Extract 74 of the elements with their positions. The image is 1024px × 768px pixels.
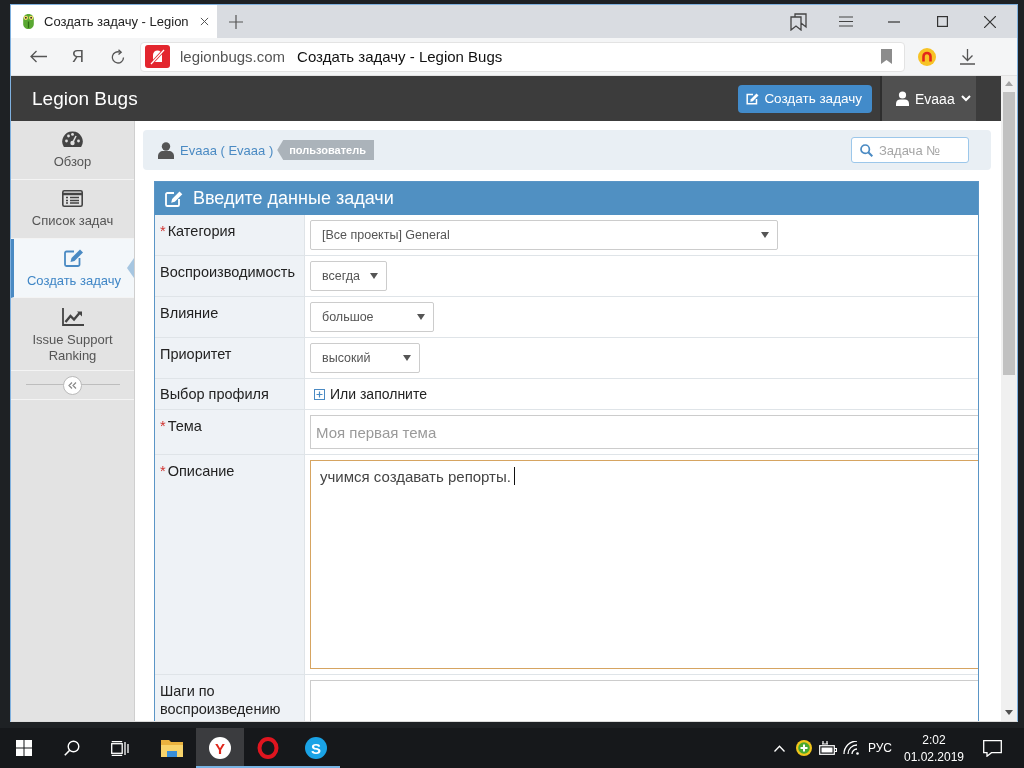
page-title: Создать задачу - Legion Bugs bbox=[297, 48, 503, 65]
bookmark-icon[interactable] bbox=[881, 49, 892, 64]
create-task-button[interactable]: Создать задачу bbox=[738, 84, 872, 113]
field-label: Влияние bbox=[155, 297, 305, 337]
notification-icon[interactable] bbox=[982, 739, 1002, 757]
text-area[interactable]: учимся создавать репорты. bbox=[310, 460, 978, 669]
field-label: *Тема bbox=[155, 410, 305, 454]
panel-title: Введите данные задачи bbox=[193, 188, 394, 209]
text-cursor-icon bbox=[513, 467, 515, 485]
task-view-icon[interactable] bbox=[111, 740, 129, 756]
search-icon[interactable] bbox=[64, 740, 80, 756]
bookmarks-icon[interactable] bbox=[789, 12, 807, 31]
minimize-icon[interactable] bbox=[888, 20, 900, 23]
wifi-icon[interactable] bbox=[843, 741, 861, 755]
menu-icon[interactable] bbox=[839, 16, 853, 27]
plus-square-icon[interactable] bbox=[314, 388, 325, 400]
browser-tab[interactable]: Создать задачу - Legion bbox=[11, 5, 217, 38]
field-label: *Описание bbox=[155, 455, 305, 674]
home-button[interactable]: Я bbox=[62, 41, 94, 72]
clock-date[interactable]: 01.02.2019 bbox=[903, 749, 965, 764]
address-bar[interactable]: legionbugs.com Создать задачу - Legion Bugs bbox=[140, 41, 905, 72]
field-label: Выбор профиля bbox=[155, 379, 305, 409]
dropdown[interactable]: высокий bbox=[310, 343, 420, 373]
scroll-down-icon[interactable] bbox=[1005, 710, 1013, 715]
close-icon[interactable] bbox=[984, 15, 996, 28]
brand-title[interactable]: Legion Bugs bbox=[32, 87, 138, 110]
folder-icon bbox=[161, 739, 183, 757]
dropdown[interactable]: всегда bbox=[310, 261, 387, 291]
fill-in-link[interactable]: Или заполните bbox=[330, 386, 427, 402]
chevron-up-icon[interactable] bbox=[774, 744, 786, 752]
maximize-icon[interactable] bbox=[936, 16, 948, 27]
download-icon[interactable] bbox=[960, 48, 975, 65]
reload-icon[interactable] bbox=[111, 49, 125, 64]
scrollbar[interactable] bbox=[1001, 76, 1017, 721]
collapse-icon[interactable] bbox=[63, 375, 82, 395]
scrollbar-thumb[interactable] bbox=[1003, 92, 1015, 375]
plus-circle-icon[interactable] bbox=[795, 740, 812, 756]
app-logo: S bbox=[305, 737, 327, 759]
edit-icon bbox=[746, 92, 760, 105]
language-indicator[interactable]: РУС bbox=[863, 728, 900, 768]
user-icon bbox=[158, 141, 174, 159]
edit-icon bbox=[165, 190, 183, 207]
url-text: legionbugs.com bbox=[180, 48, 286, 65]
app-logo: Y bbox=[209, 737, 231, 759]
user-icon bbox=[896, 91, 909, 106]
bug-icon bbox=[20, 13, 37, 30]
sidebar-item[interactable]: Создать задачу bbox=[11, 239, 134, 298]
gauge-icon bbox=[62, 131, 83, 148]
role-tag: пользователь bbox=[277, 140, 374, 160]
field-label: Приоритет bbox=[155, 338, 305, 378]
line-chart-icon bbox=[61, 308, 84, 326]
battery-icon[interactable] bbox=[818, 741, 837, 755]
taskbar-app[interactable]: Y bbox=[196, 728, 244, 768]
field-label: Воспроизводимость bbox=[155, 256, 305, 296]
caret-icon bbox=[370, 273, 378, 279]
chevron-down-icon bbox=[960, 95, 971, 102]
ring-icon bbox=[257, 737, 279, 759]
field-label: Шаги по воспроизведению bbox=[155, 675, 305, 721]
clock-time[interactable]: 2:02 bbox=[922, 732, 946, 747]
edit-icon bbox=[64, 249, 84, 267]
field-label: *Категория bbox=[155, 215, 305, 255]
horseshoe-icon[interactable] bbox=[917, 47, 936, 66]
dropdown[interactable]: [Все проекты] General bbox=[310, 220, 778, 250]
start-icon[interactable] bbox=[16, 740, 32, 756]
caret-icon bbox=[403, 355, 411, 361]
dropdown[interactable]: большое bbox=[310, 302, 434, 332]
user-menu[interactable]: Evaaa bbox=[880, 76, 976, 121]
close-icon[interactable] bbox=[199, 17, 209, 26]
caret-icon bbox=[761, 232, 769, 238]
caret-icon bbox=[417, 314, 425, 320]
back-icon[interactable] bbox=[29, 50, 47, 63]
site-badge-icon bbox=[145, 45, 170, 68]
search-icon bbox=[860, 143, 873, 157]
list-icon bbox=[62, 190, 83, 207]
